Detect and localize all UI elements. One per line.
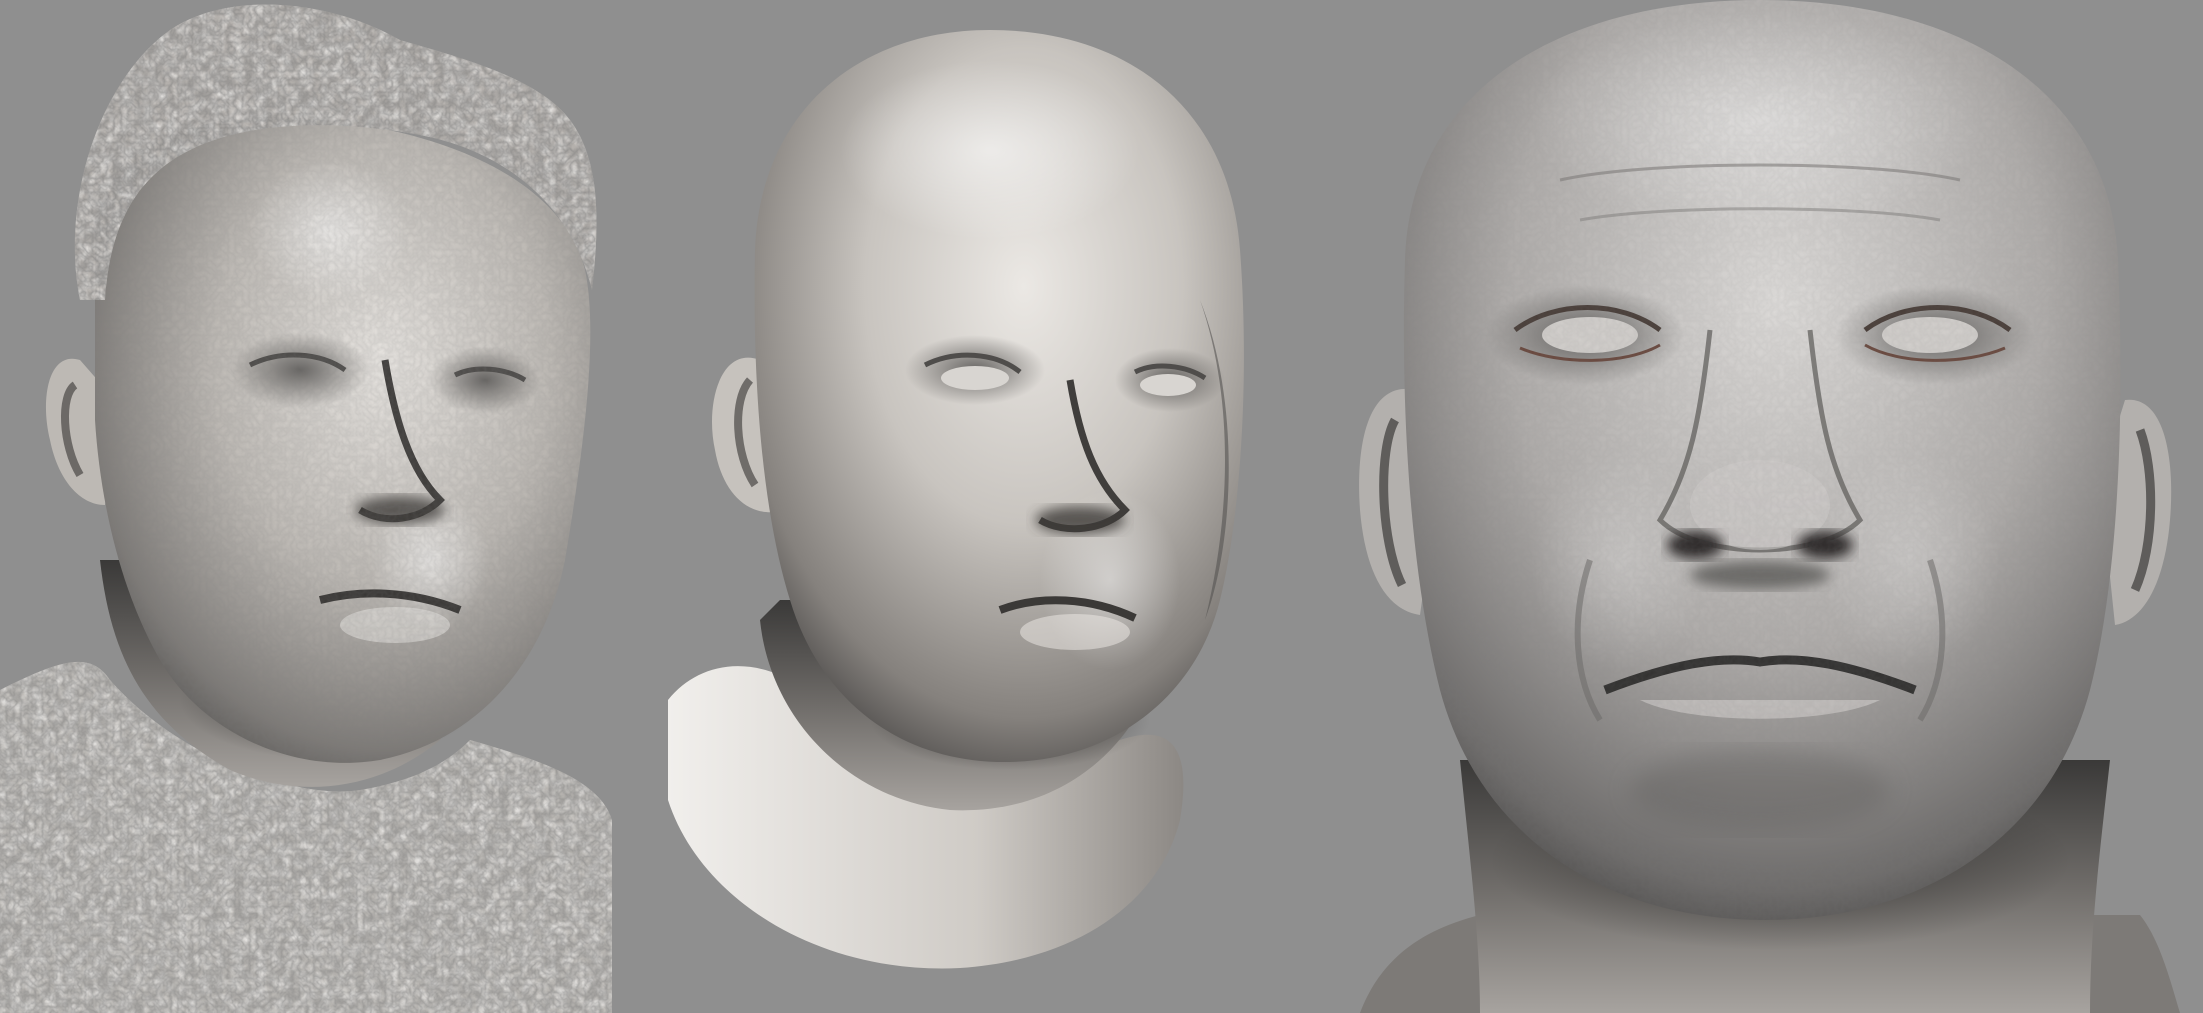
sculpt-comparison-canvas	[0, 0, 2203, 1013]
detailed-sculpt-model	[1359, 0, 2180, 1013]
render-viewport	[0, 0, 2203, 1013]
